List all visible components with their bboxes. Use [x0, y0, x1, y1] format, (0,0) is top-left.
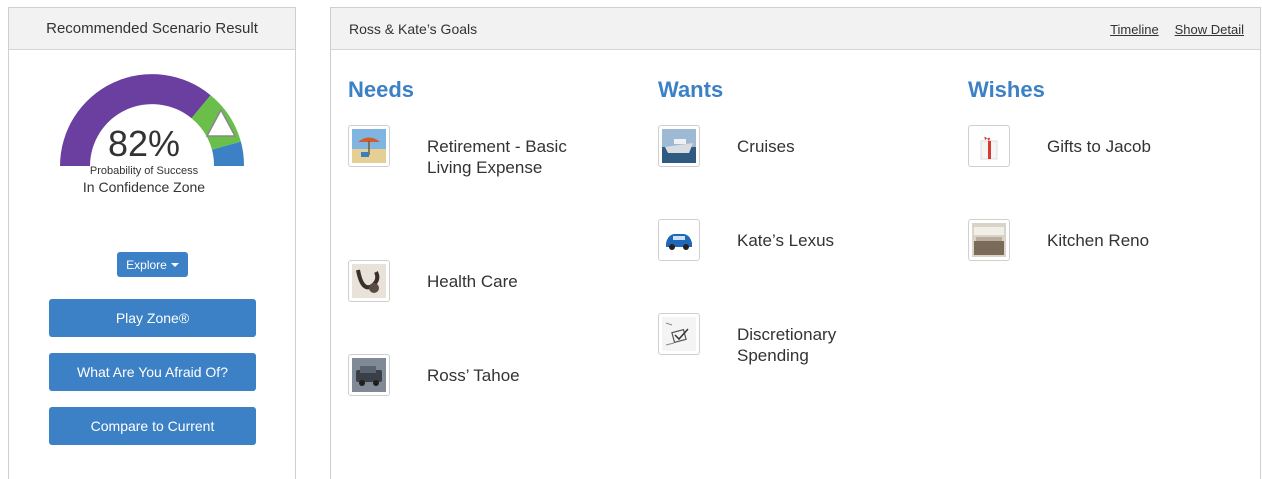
- header-links: Timeline Show Detail: [1098, 21, 1244, 37]
- goal-label: Health Care: [427, 272, 518, 291]
- beach-chair-icon: [348, 125, 390, 167]
- goal-label: Cruises: [737, 137, 795, 156]
- goal-item-kate-lexus[interactable]: Kate’s Lexus: [658, 219, 877, 261]
- cruise-ship-icon: [658, 125, 700, 167]
- probability-subtitle: Probability of Success: [89, 165, 199, 177]
- probability-percent: 82%: [107, 123, 181, 164]
- suv-icon: [348, 354, 390, 396]
- goals-panel-title: Ross & Kate’s Goals: [349, 20, 478, 37]
- wishes-heading: Wishes: [968, 77, 1045, 102]
- goal-label: Discretionary Spending: [737, 325, 837, 365]
- goal-label: Kitchen Reno: [1047, 231, 1150, 250]
- goal-item-ross-tahoe[interactable]: Ross’ Tahoe: [348, 354, 567, 396]
- goal-label: Ross’ Tahoe: [427, 366, 520, 385]
- play-zone-button[interactable]: Play Zone®: [49, 299, 256, 337]
- goal-item-kitchen-reno[interactable]: Kitchen Reno: [968, 219, 1187, 261]
- what-are-you-afraid-of-button[interactable]: What Are You Afraid Of?: [49, 353, 256, 391]
- goal-item-discretionary-spending[interactable]: Discretionary Spending: [658, 313, 877, 366]
- panel-header: Recommended Scenario Result: [9, 8, 295, 50]
- explore-label: Explore: [126, 257, 167, 272]
- gift-icon: [968, 125, 1010, 167]
- timeline-link[interactable]: Timeline: [1110, 22, 1159, 37]
- goal-label: Retirement - Basic Living Expense: [427, 137, 567, 177]
- zone-label: In Confidence Zone: [82, 179, 206, 195]
- goal-item-health-care[interactable]: Health Care: [348, 260, 567, 302]
- goal-label: Kate’s Lexus: [737, 231, 835, 250]
- panel-header: Ross & Kate’s Goals Timeline Show Detail: [331, 8, 1260, 50]
- caret-down-icon: [170, 262, 179, 267]
- compare-to-current-button[interactable]: Compare to Current: [49, 407, 256, 445]
- show-detail-link[interactable]: Show Detail: [1175, 22, 1244, 37]
- needs-heading: Needs: [348, 77, 415, 102]
- kitchen-icon: [968, 219, 1010, 261]
- goal-label: Gifts to Jacob: [1047, 137, 1151, 156]
- panel-title: Recommended Scenario Result: [46, 20, 258, 37]
- stethoscope-icon: [348, 260, 390, 302]
- goal-item-cruises[interactable]: Cruises: [658, 125, 877, 167]
- checklist-icon: [658, 313, 700, 355]
- car-icon: [658, 219, 700, 261]
- explore-dropdown-button[interactable]: Explore: [117, 252, 188, 277]
- wants-heading: Wants: [658, 77, 724, 102]
- goal-item-retirement[interactable]: Retirement - Basic Living Expense: [348, 125, 567, 178]
- goal-item-gifts-to-jacob[interactable]: Gifts to Jacob: [968, 125, 1187, 167]
